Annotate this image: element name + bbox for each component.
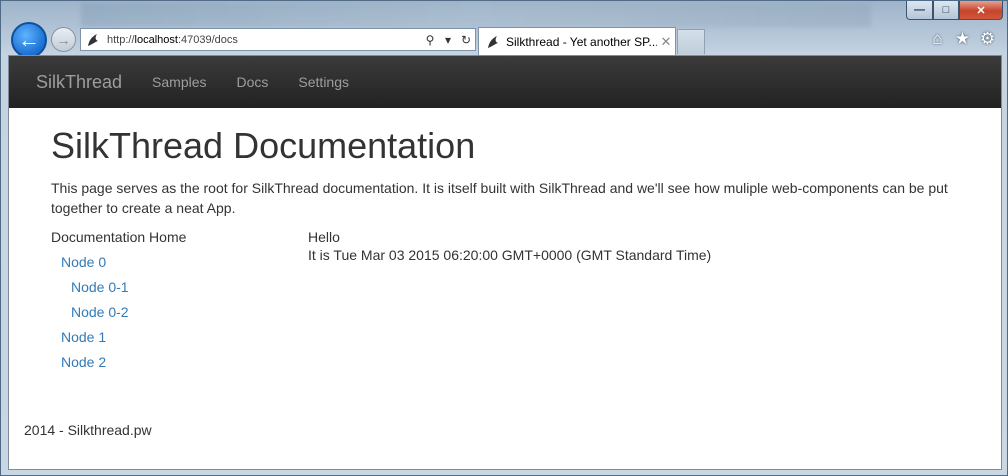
- doc-tree: Documentation Home Node 0 Node 0-1 Node …: [51, 228, 308, 371]
- tree-node-1[interactable]: Node 1: [51, 328, 308, 346]
- maximize-icon: □: [942, 4, 950, 16]
- tree-node-2[interactable]: Node 2: [51, 353, 308, 371]
- content-columns: Documentation Home Node 0 Node 0-1 Node …: [51, 228, 959, 371]
- refresh-icon[interactable]: ↻: [457, 33, 475, 47]
- nav-link-settings[interactable]: Settings: [298, 74, 349, 90]
- forward-button[interactable]: →: [51, 27, 76, 52]
- nav-link-docs[interactable]: Docs: [237, 74, 269, 90]
- star-icon[interactable]: ★: [953, 29, 972, 49]
- main-content: SilkThread Documentation This page serve…: [9, 108, 1001, 371]
- forward-arrow-icon: →: [56, 31, 71, 48]
- close-icon: ✕: [976, 4, 986, 17]
- tree-node-0[interactable]: Node 0: [51, 253, 308, 271]
- browser-toolbar: ⌂ ★ ⚙: [928, 29, 997, 49]
- tree-node-0-1[interactable]: Node 0-1: [51, 278, 308, 296]
- address-bar[interactable]: http://localhost:47039/docs ⚲ ▾ ↻: [80, 28, 476, 51]
- new-tab-button[interactable]: [677, 29, 705, 54]
- minimize-icon: —: [914, 4, 925, 16]
- page-viewport: SilkThread Samples Docs Settings SilkThr…: [8, 55, 1002, 470]
- doc-panel: Hello It is Tue Mar 03 2015 06:20:00 GMT…: [308, 228, 711, 371]
- silkthread-favicon-icon: [88, 33, 98, 46]
- close-window-button[interactable]: ✕: [959, 1, 1003, 20]
- tab-close-icon[interactable]: ✕: [657, 34, 675, 50]
- home-icon[interactable]: ⌂: [928, 29, 947, 49]
- date-text: It is Tue Mar 03 2015 06:20:00 GMT+0000 …: [308, 246, 712, 263]
- nav-link-samples[interactable]: Samples: [152, 74, 206, 90]
- dropdown-icon[interactable]: ▾: [439, 33, 457, 47]
- maximize-button[interactable]: □: [933, 1, 959, 20]
- page-title: SilkThread Documentation: [51, 125, 476, 166]
- address-url[interactable]: http://localhost:47039/docs: [107, 34, 421, 46]
- intro-text: This page serves as the root for SilkThr…: [51, 179, 948, 216]
- browser-window: — □ ✕ ← → http://localhost:47039/docs ⚲ …: [0, 0, 1008, 476]
- browser-tab-active[interactable]: Silkthread - Yet another SP... ✕: [478, 27, 676, 55]
- search-icon[interactable]: ⚲: [421, 33, 439, 47]
- page-footer: 2014 - Silkthread.pw: [24, 422, 152, 438]
- back-button[interactable]: ←: [11, 22, 47, 58]
- site-navbar: SilkThread Samples Docs Settings: [9, 56, 1001, 108]
- window-controls: — □ ✕: [906, 1, 1003, 20]
- brand-link[interactable]: SilkThread: [36, 72, 122, 93]
- tree-node-0-2[interactable]: Node 0-2: [51, 303, 308, 321]
- tree-root-label: Documentation Home: [51, 228, 187, 245]
- back-arrow-icon: ←: [18, 27, 40, 52]
- hello-text: Hello: [308, 228, 340, 245]
- minimize-button[interactable]: —: [906, 1, 933, 20]
- silkthread-favicon-icon: [488, 35, 498, 48]
- gear-icon[interactable]: ⚙: [978, 29, 997, 49]
- tab-title: Silkthread - Yet another SP...: [506, 34, 657, 49]
- blurred-background: [81, 3, 871, 27]
